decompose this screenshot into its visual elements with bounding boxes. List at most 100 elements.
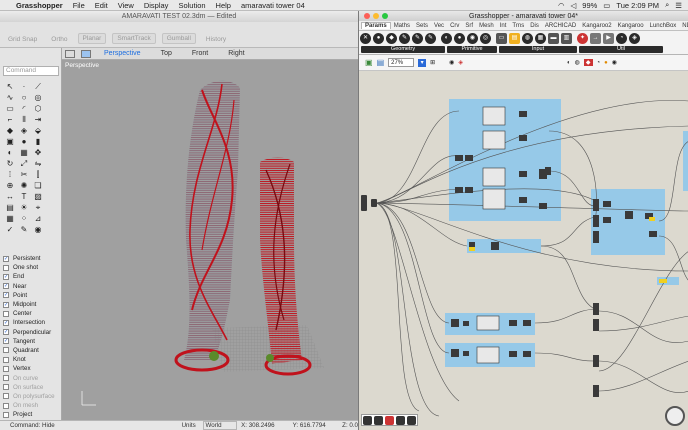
gh-tab-params[interactable]: Params [361,22,391,29]
analyze-icon[interactable]: ⊿ [31,213,45,224]
text-icon[interactable]: T [17,191,31,202]
box-icon[interactable]: ▣ [3,136,17,147]
primitive-text-icon[interactable]: ◎ [480,33,491,44]
osnap-checkbox[interactable]: ✓ [3,283,9,290]
rectangle-icon[interactable]: ▭ [3,103,17,114]
polygon-icon[interactable]: ⬡ [31,103,45,114]
input-toggle-icon[interactable]: ▭ [496,33,507,44]
wifi-icon[interactable]: ◠ [558,1,565,10]
gh-tab-dis[interactable]: Dis [527,23,542,29]
param-point-icon[interactable]: ✕ [360,33,371,44]
menu-edit[interactable]: Edit [90,1,113,10]
osnap-end[interactable]: ✓ End [3,272,59,281]
gh-tab-maths[interactable]: Maths [391,23,413,29]
zoom-dropdown-icon[interactable]: ▾ [418,58,427,67]
osnap-checkbox[interactable] [3,393,9,400]
primitive-integer-icon[interactable]: ● [454,33,465,44]
osnap-persistent[interactable]: ✓ Persistent [3,254,59,263]
gh-tab-kangaroo2[interactable]: Kangaroo2 [579,23,614,29]
battery-icon[interactable]: ▭ [603,1,610,10]
zoom-extents-icon[interactable]: ⊞ [430,59,435,66]
menu-solution[interactable]: Solution [173,1,210,10]
canvas-widget-4-icon[interactable] [396,416,405,425]
osnap-on-mesh[interactable]: On mesh [3,401,59,410]
group-geometry[interactable]: Geometry [361,46,445,53]
points-on-icon[interactable]: ⁘ [17,213,31,224]
input-slider-icon[interactable]: ▬ [548,33,559,44]
gh-tab-int[interactable]: Int [497,23,510,29]
tab-right[interactable]: Right [218,50,254,57]
minimize-window-icon[interactable] [373,13,379,19]
osnap-on-polysurface[interactable]: On polysurface [3,392,59,401]
osnap-checkbox[interactable]: ✓ [3,255,9,262]
explode-icon[interactable]: ✺ [17,180,31,191]
point-icon[interactable]: · [17,81,31,92]
input-dial-icon[interactable]: ◍ [522,33,533,44]
osnap-center[interactable]: Center [3,309,59,318]
osnap-on-surface[interactable]: On surface [3,383,59,392]
canvas-widget-2-icon[interactable] [374,416,383,425]
osnap-project[interactable]: Project [3,410,59,419]
gh-tab-archicad[interactable]: ARCHICAD [542,23,579,29]
array-icon[interactable]: ⁞ [3,169,17,180]
canvas-navigation-dial[interactable] [665,406,685,426]
group-input[interactable]: Input [499,46,577,53]
osnap-one-shot[interactable]: One shot [3,263,59,272]
check-icon[interactable]: ✓ [3,224,17,235]
ellipse-icon[interactable]: ◎ [31,92,45,103]
util-jump-icon[interactable]: ✦ [577,33,588,44]
osnap-checkbox[interactable] [3,356,9,363]
osnap-point[interactable]: ✓ Point [3,291,59,300]
gh-tab-trns[interactable]: Trns [509,23,527,29]
extend-icon[interactable]: ⇥ [31,114,45,125]
canvas-widget-1-icon[interactable] [363,416,372,425]
search-icon[interactable]: ⌕ [665,0,669,10]
util-cluster-icon[interactable]: ◈ [629,33,640,44]
tab-perspective[interactable]: Perspective [94,50,151,57]
gh-tab-lunchbox[interactable]: LunchBox [647,23,680,29]
osnap-near[interactable]: ✓ Near [3,282,59,291]
settings-icon[interactable]: ◉ [612,59,617,66]
osnap-midpoint[interactable]: ✓ Midpoint [3,300,59,309]
osnap-tangent[interactable]: ✓ Tangent [3,337,59,346]
osnap-checkbox[interactable] [3,264,9,271]
menu-view[interactable]: View [113,1,139,10]
eye-icon[interactable]: ◉ [31,224,45,235]
grasshopper-canvas[interactable] [359,71,688,430]
input-color-icon[interactable]: ▦ [535,33,546,44]
preview-shaded-icon[interactable]: ◍ [575,59,580,66]
osnap-vertex[interactable]: Vertex [3,364,59,373]
grid-snap-toggle[interactable]: Grid Snap [4,35,41,44]
input-list-icon[interactable]: ▥ [561,33,572,44]
open-file-icon[interactable]: ▣ [365,58,373,67]
split-icon[interactable]: ⫿ [31,169,45,180]
input-panel-icon[interactable]: ▤ [509,33,520,44]
menu-display[interactable]: Display [139,1,174,10]
polyline-icon[interactable]: ⟋ [31,81,45,92]
layer-icon[interactable]: ▤ [3,202,17,213]
osnap-checkbox[interactable]: ✓ [3,292,9,299]
osnap-checkbox[interactable]: ✓ [3,319,9,326]
camera-icon[interactable]: ⌖ [31,202,45,213]
osnap-perpendicular[interactable]: ✓ Perpendicular [3,328,59,337]
clock[interactable]: Tue 2:09 PM [616,1,659,10]
fillet-icon[interactable]: ⌐ [3,114,17,125]
menu-help[interactable]: Help [211,1,236,10]
sphere-icon[interactable]: ● [17,136,31,147]
osnap-checkbox[interactable]: ✓ [3,301,9,308]
osnap-checkbox[interactable] [3,365,9,372]
curve-icon[interactable]: ∿ [3,92,17,103]
canvas-widget-3-icon[interactable] [385,416,394,425]
cylinder-icon[interactable]: ▮ [31,136,45,147]
units-value[interactable]: World [202,421,238,430]
primitive-number-icon[interactable]: ◉ [467,33,478,44]
volume-icon[interactable]: ◁ [571,1,577,10]
gh-tab-nd[interactable]: ND [679,23,688,29]
tab-top[interactable]: Top [151,50,182,57]
osnap-quadrant[interactable]: Quadrant [3,346,59,355]
param-curve-icon[interactable]: ● [373,33,384,44]
group-icon[interactable]: ❏ [31,180,45,191]
move-icon[interactable]: ✥ [31,147,45,158]
osnap-checkbox[interactable] [3,384,9,391]
preview-selected-icon[interactable]: ◆ [583,59,593,66]
